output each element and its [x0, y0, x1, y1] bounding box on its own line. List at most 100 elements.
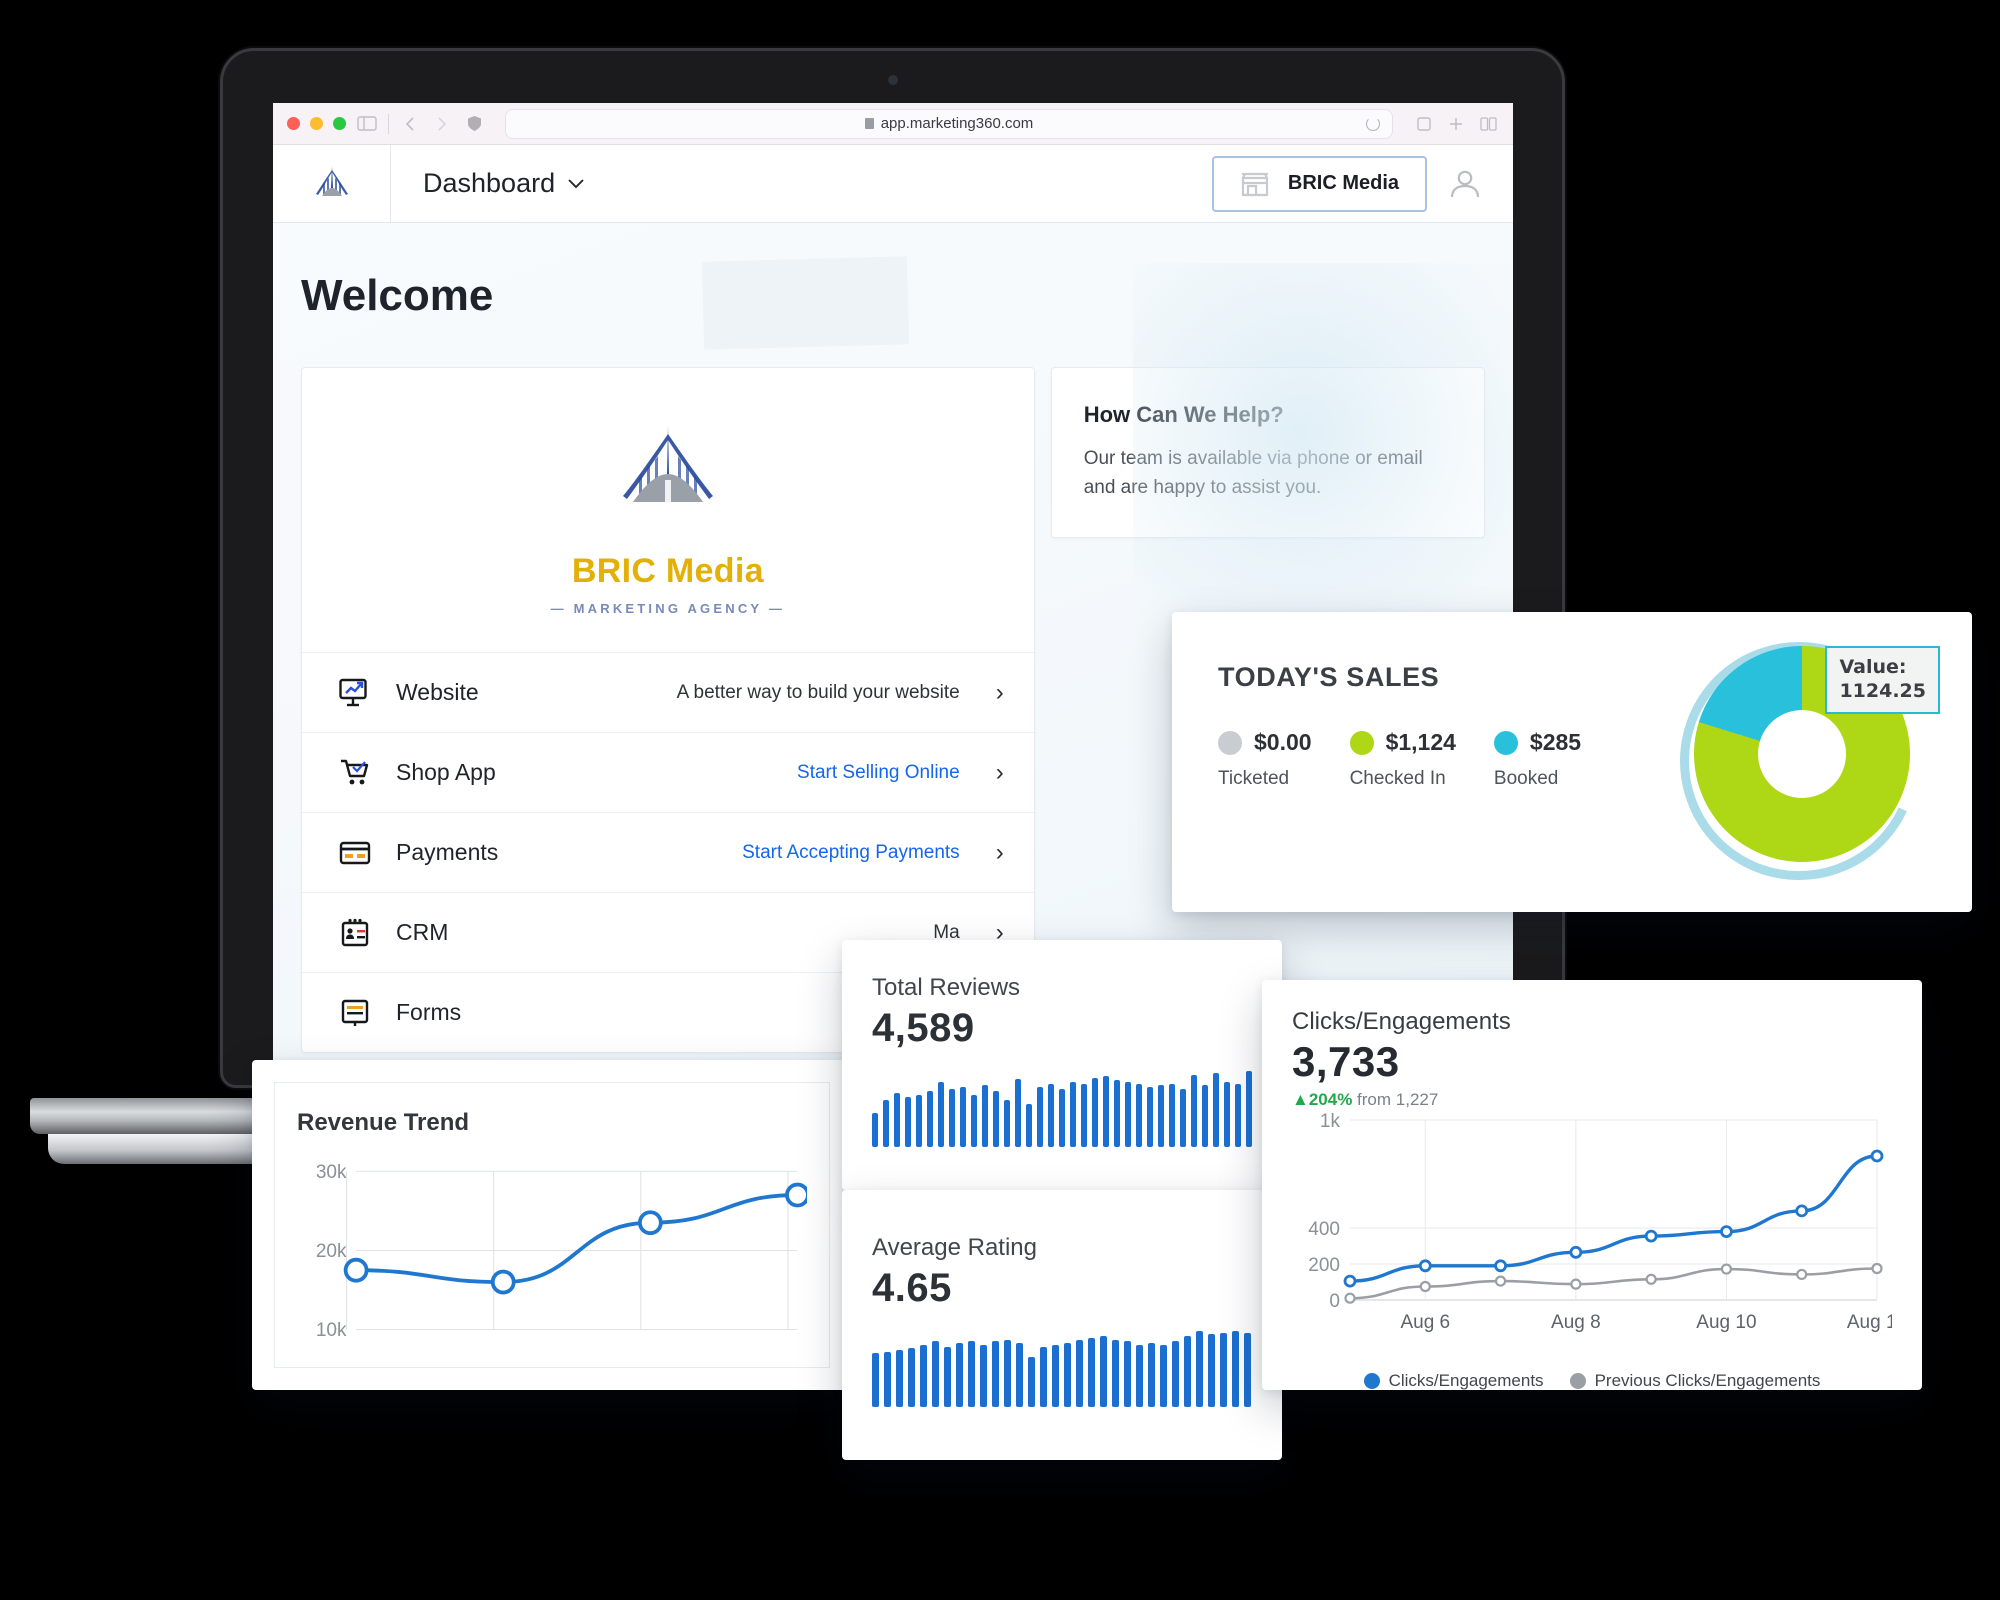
revenue-trend-chart: 30k 20k 10k	[316, 1162, 810, 1341]
toolbar-divider	[388, 113, 389, 134]
data-point-marker	[1720, 1225, 1733, 1238]
todays-sales-donut: Value: 1124.25	[1646, 608, 1952, 914]
credit-card-icon	[336, 838, 376, 868]
legend-value: $285	[1529, 729, 1582, 755]
sparkline-bar	[1124, 1341, 1131, 1407]
sales-legend-item: $1,124 Checked In	[1349, 729, 1456, 790]
tooltip-line-1: Value:	[1839, 656, 1907, 678]
new-tab-icon[interactable]	[1445, 115, 1467, 133]
legend-value: $1,124	[1385, 729, 1456, 755]
clicks-legend: Clicks/Engagements Previous Clicks/Engag…	[1292, 1371, 1892, 1391]
data-point-marker	[490, 1269, 516, 1295]
forward-arrow-icon[interactable]	[431, 115, 453, 133]
laptop-frame: app.marketing360.com Dashboard BRIC Medi…	[220, 48, 1565, 1088]
average-rating-sparkline	[872, 1331, 1252, 1407]
shield-icon[interactable]	[463, 115, 485, 133]
todays-sales-card: TODAY'S SALES $0.00 Ticketed $1,124 Checked…	[1172, 608, 1972, 914]
sparkline-bar	[1015, 1079, 1021, 1147]
sparkline-bar	[1125, 1081, 1131, 1147]
sidebar-toggle-icon[interactable]	[356, 115, 378, 133]
lock-icon	[864, 118, 874, 129]
sparkline-bar	[905, 1097, 911, 1147]
legend-caption: Booked	[1493, 768, 1559, 789]
tab-overview-icon[interactable]	[1477, 115, 1499, 133]
sparkline-bar	[982, 1085, 988, 1147]
y-tick-label: 10k	[316, 1320, 347, 1341]
chevron-right-icon: ›	[995, 678, 1004, 706]
sparkline-bar	[1244, 1332, 1251, 1407]
sparkline-bar	[1114, 1080, 1120, 1147]
sparkline-bar	[1160, 1344, 1167, 1407]
sparkline-bar	[1016, 1343, 1023, 1407]
page-selector[interactable]: Dashboard	[391, 145, 585, 222]
x-tick-label: Aug 8	[1551, 1312, 1601, 1333]
maximize-window-button[interactable]	[333, 117, 346, 130]
minimize-window-button[interactable]	[310, 117, 323, 130]
legend-item-clicks[interactable]: Clicks/Engagements	[1363, 1371, 1544, 1391]
sparkline-bar	[956, 1343, 963, 1407]
share-icon[interactable]	[1413, 115, 1435, 133]
brand-block: BRIC Media — MARKETING AGENCY —	[302, 368, 1034, 652]
data-point-marker	[1796, 1268, 1808, 1281]
clicks-x-axis-labels: Aug 6 Aug 8 Aug 10 Aug 12	[1400, 1312, 1907, 1333]
sparkline-bar	[1213, 1072, 1219, 1147]
data-point-marker	[1644, 1229, 1658, 1243]
sparkline-bar	[1202, 1085, 1208, 1147]
average-rating-label: Average Rating	[872, 1234, 1037, 1261]
reload-icon[interactable]	[1366, 116, 1380, 131]
brand-tagline: — MARKETING AGENCY —	[550, 601, 786, 616]
sparkline-bar	[1040, 1346, 1047, 1407]
menu-item-label: Forms	[396, 999, 462, 1025]
menu-item-website[interactable]: Website A better way to build your websit…	[302, 652, 1034, 732]
back-arrow-icon[interactable]	[399, 115, 421, 133]
menu-item-action[interactable]: Start Selling Online	[797, 762, 960, 784]
sparkline-bar	[1064, 1343, 1071, 1407]
sparkline-bar	[980, 1344, 987, 1407]
close-window-button[interactable]	[287, 117, 300, 130]
legend-swatch	[1218, 730, 1242, 755]
menu-item-label: CRM	[396, 919, 449, 945]
revenue-data-points	[343, 1182, 810, 1295]
sparkline-bar	[920, 1344, 927, 1407]
legend-label-previous: Previous Clicks/Engagements	[1594, 1371, 1821, 1390]
data-point-marker	[1494, 1275, 1507, 1287]
welcome-ghost-block	[701, 256, 910, 350]
sparkline-bar	[949, 1089, 955, 1147]
address-bar[interactable]: app.marketing360.com	[505, 108, 1393, 139]
legend-item-previous[interactable]: Previous Clicks/Engagements	[1569, 1371, 1821, 1391]
revenue-trend-inner: Revenue Trend 30k 20k 10k	[274, 1082, 830, 1368]
legend-swatch	[1493, 730, 1518, 755]
sparkline-bar	[992, 1341, 999, 1407]
clicks-engagements-card: Clicks/Engagements 3,733 ▲204% from 1,22…	[1262, 980, 1922, 1390]
account-avatar-button[interactable]	[1445, 164, 1485, 204]
total-reviews-card: Total Reviews 4,589	[842, 940, 1282, 1190]
total-reviews-label: Total Reviews	[872, 974, 1021, 1001]
y-tick-label: 20k	[316, 1241, 347, 1262]
app-logo[interactable]	[273, 145, 391, 222]
sparkline-bar	[1070, 1081, 1076, 1147]
shopping-cart-icon	[336, 758, 376, 788]
y-tick-label: 400	[1308, 1219, 1340, 1240]
y-tick-label: 1k	[1320, 1111, 1341, 1132]
business-switcher-button[interactable]: BRIC Media	[1211, 155, 1427, 212]
sparkline-bar	[1100, 1336, 1107, 1407]
data-point-marker	[1494, 1259, 1507, 1273]
sales-legend-item: $0.00 Ticketed	[1218, 729, 1312, 790]
menu-item-action[interactable]: Start Accepting Payments	[742, 842, 960, 864]
menu-item-shop-app[interactable]: Shop App Start Selling Online ›	[302, 732, 1034, 812]
clicks-value: 3,733	[1292, 1038, 1400, 1085]
menu-item-payments[interactable]: Payments Start Accepting Payments ›	[302, 812, 1034, 892]
sparkline-bar	[944, 1346, 951, 1407]
y-tick-label: 200	[1308, 1255, 1340, 1276]
menu-item-label: Payments	[396, 839, 499, 865]
x-tick-label: Aug 12	[1847, 1312, 1892, 1333]
welcome-text: Welcome	[301, 271, 494, 320]
y-tick-label: 0	[1329, 1291, 1340, 1312]
nav-title-label: Dashboard	[423, 168, 556, 198]
sparkline-bar	[908, 1348, 915, 1407]
total-reviews-sparkline	[872, 1071, 1252, 1147]
sparkline-bar	[1059, 1089, 1065, 1147]
tooltip-line-2: 1124.25	[1839, 679, 1926, 702]
sparkline-bar	[916, 1095, 922, 1147]
